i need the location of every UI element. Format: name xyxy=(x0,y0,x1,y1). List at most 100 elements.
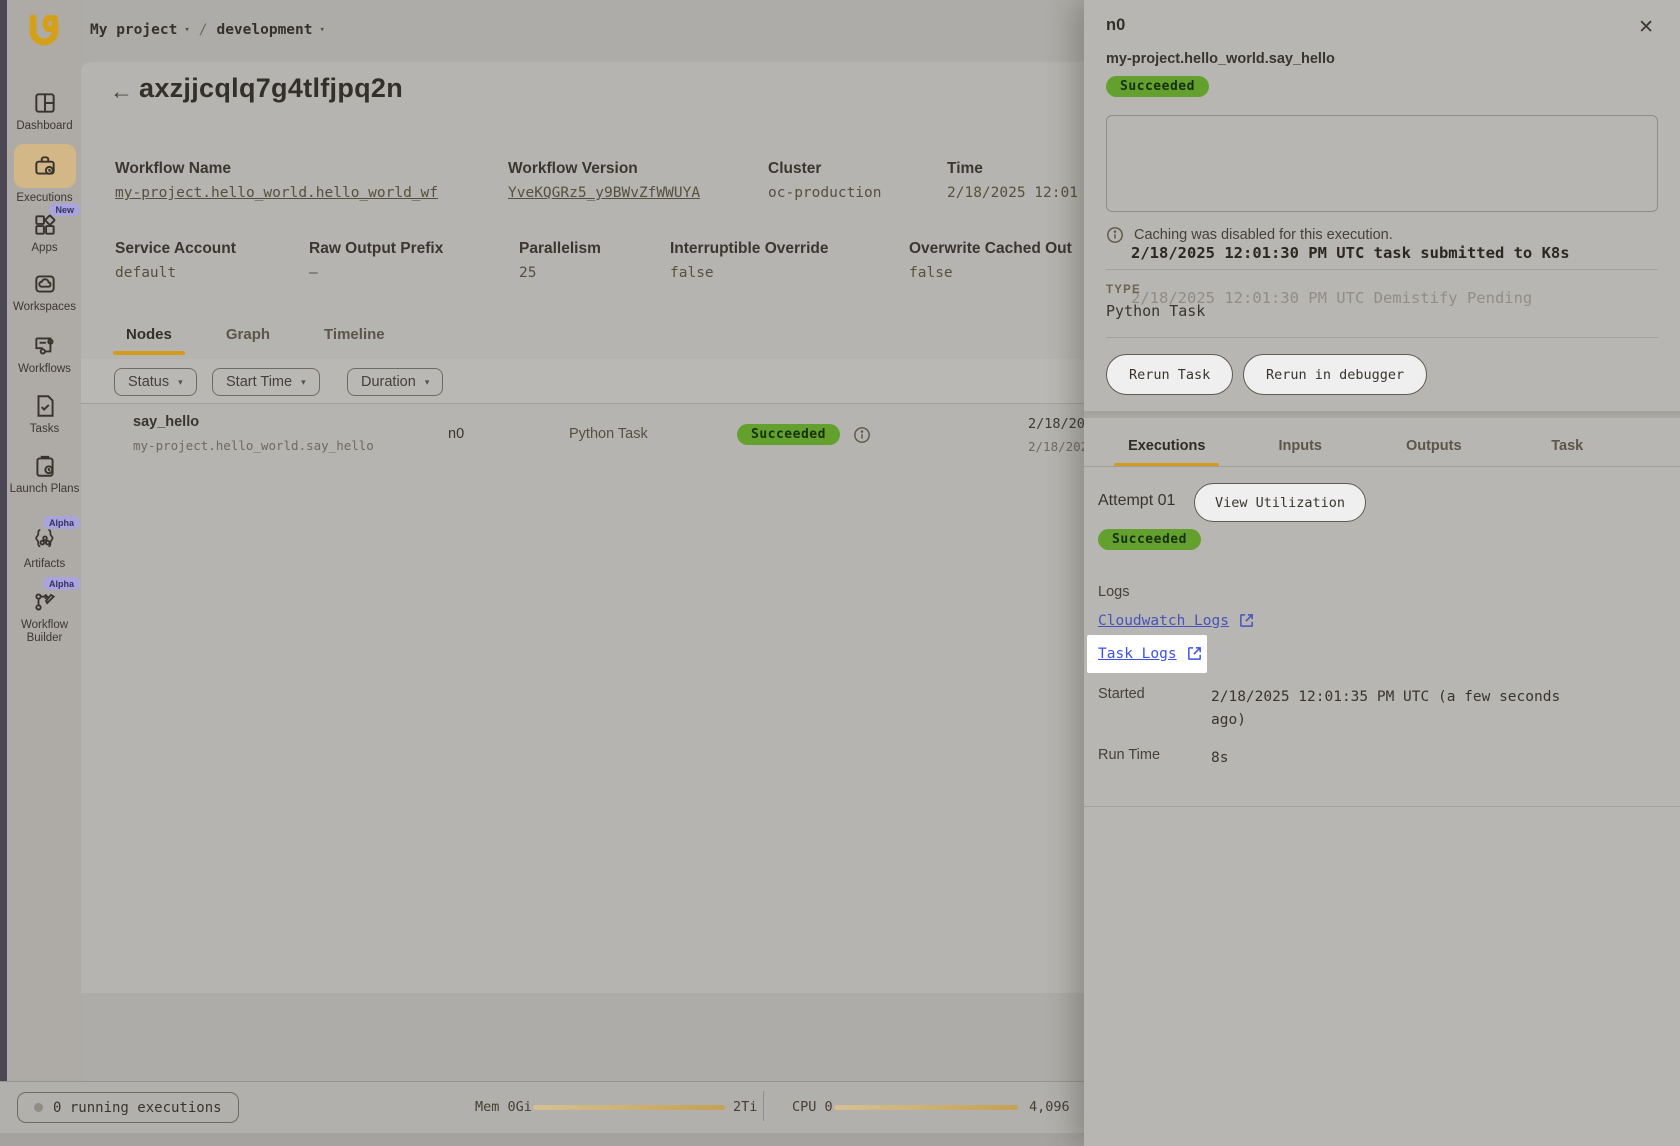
rerun-task-button[interactable]: Rerun Task xyxy=(1106,354,1233,395)
meter-divider xyxy=(763,1091,764,1121)
sidebar: Dashboard Executions New Apps Workspaces xyxy=(7,0,82,1146)
task-logs-link[interactable]: Task Logs xyxy=(1098,645,1203,662)
tab-inputs[interactable]: Inputs xyxy=(1234,418,1368,467)
running-executions-label: 0 running executions xyxy=(53,1100,222,1116)
field-value: oc-production xyxy=(768,185,882,201)
tab-outputs[interactable]: Outputs xyxy=(1367,418,1501,467)
tasks-icon xyxy=(32,393,58,419)
union-logo[interactable] xyxy=(23,11,65,53)
sidebar-item-label: Workspaces xyxy=(7,301,82,314)
info-icon xyxy=(1106,226,1124,244)
node-type: Python Task xyxy=(569,426,648,442)
breadcrumb-project[interactable]: My project ▾ xyxy=(90,22,190,38)
chevron-down-icon: ▾ xyxy=(178,377,183,388)
started-label: Started xyxy=(1098,686,1145,702)
run-time-value: 8s xyxy=(1211,747,1228,770)
cloudwatch-logs-link[interactable]: Cloudwatch Logs xyxy=(1098,612,1255,629)
sidebar-item-workflow-builder[interactable]: Alpha Workflow Builder xyxy=(7,589,82,645)
field-value: 25 xyxy=(519,265,601,281)
field-value: 2/18/2025 12:01 xyxy=(947,185,1078,201)
meta-interruptible-override: Interruptible Override false xyxy=(670,240,828,281)
field-value: false xyxy=(670,265,828,281)
window-edge xyxy=(0,0,7,1146)
field-label: Workflow Version xyxy=(508,160,700,178)
tab-timeline[interactable]: Timeline xyxy=(311,326,398,355)
divider xyxy=(1084,806,1680,807)
alpha-badge: Alpha xyxy=(43,577,80,590)
field-label: Cluster xyxy=(768,160,882,178)
sidebar-item-label: Dashboard xyxy=(7,120,82,133)
node-task-id: my-project.hello_world.say_hello xyxy=(133,438,374,453)
tab-graph[interactable]: Graph xyxy=(213,326,283,355)
divider xyxy=(1106,269,1658,270)
status-badge: Succeeded xyxy=(1106,76,1209,97)
chevron-down-icon: ▾ xyxy=(301,377,306,388)
mem-usage-label: Mem 0Gi xyxy=(475,1099,532,1115)
started-value: 2/18/2025 12:01:35 PM UTC (a few seconds… xyxy=(1211,686,1573,732)
sidebar-item-label: Apps xyxy=(7,242,82,255)
tab-label: Outputs xyxy=(1400,438,1468,467)
view-utilization-button[interactable]: View Utilization xyxy=(1194,483,1366,522)
breadcrumb-project-label: My project xyxy=(90,22,177,38)
workflow-version-link[interactable]: YveKQGRz5_y9BWvZfWWUYA xyxy=(508,185,700,201)
field-label: Raw Output Prefix xyxy=(309,240,443,258)
filter-status[interactable]: Status ▾ xyxy=(114,368,197,396)
execution-tabs: Nodes Graph Timeline xyxy=(113,326,426,355)
sidebar-item-tasks[interactable]: Tasks xyxy=(7,393,82,436)
link-label: Cloudwatch Logs xyxy=(1098,613,1229,629)
caching-note-text: Caching was disabled for this execution. xyxy=(1134,227,1393,243)
mem-max-label: 2Ti xyxy=(733,1099,757,1115)
artifacts-icon xyxy=(32,528,58,554)
log-line: 2/18/2025 12:01:30 PM UTC task submitted… xyxy=(1131,244,1570,262)
sidebar-item-apps[interactable]: New Apps xyxy=(7,212,82,255)
sidebar-item-launch-plans[interactable]: Launch Plans xyxy=(7,453,82,496)
meta-raw-output-prefix: Raw Output Prefix – xyxy=(309,240,443,281)
tab-label: Task xyxy=(1545,438,1589,467)
field-label: Time xyxy=(947,160,1078,178)
breadcrumb-domain[interactable]: development ▾ xyxy=(216,22,324,38)
tab-label: Inputs xyxy=(1273,438,1329,467)
workflows-icon xyxy=(32,333,58,359)
meta-time: Time 2/18/2025 12:01 xyxy=(947,160,1078,201)
running-executions-button[interactable]: 0 running executions xyxy=(17,1092,239,1123)
workspaces-icon xyxy=(32,271,58,297)
executions-icon xyxy=(32,153,58,179)
filter-start-time[interactable]: Start Time ▾ xyxy=(212,368,320,396)
node-name: say_hello xyxy=(133,414,199,430)
cpu-usage-bar xyxy=(834,1105,1018,1110)
dashboard-icon xyxy=(32,90,58,116)
sidebar-item-workflows[interactable]: Workflows xyxy=(7,333,82,376)
meta-overwrite-cached-outputs: Overwrite Cached Out false xyxy=(909,240,1072,281)
meta-service-account: Service Account default xyxy=(115,240,236,281)
sidebar-item-dashboard[interactable]: Dashboard xyxy=(7,90,82,133)
cpu-max-label: 4,096 xyxy=(1029,1099,1070,1115)
node-id: n0 xyxy=(448,426,464,442)
back-button[interactable]: ← xyxy=(110,78,133,105)
sidebar-item-workspaces[interactable]: Workspaces xyxy=(7,271,82,314)
type-label: TYPE xyxy=(1106,284,1141,296)
execution-id-title: axzjjcqlq7g4tlfjpq2n xyxy=(139,73,403,104)
sidebar-item-artifacts[interactable]: Alpha Artifacts xyxy=(7,528,82,571)
tab-executions[interactable]: Executions xyxy=(1100,418,1234,467)
divider xyxy=(1084,466,1680,467)
sidebar-item-label: Artifacts xyxy=(7,558,82,571)
field-value: false xyxy=(909,265,1072,281)
sidebar-item-executions[interactable]: Executions xyxy=(7,144,82,205)
panel-tabs: Executions Inputs Outputs Task xyxy=(1100,418,1634,467)
cpu-usage-label: CPU 0 xyxy=(792,1099,833,1115)
chevron-down-icon: ▾ xyxy=(320,25,325,35)
breadcrumb-domain-label: development xyxy=(216,22,312,38)
workflow-name-link[interactable]: my-project.hello_world.hello_world_wf xyxy=(115,185,438,201)
close-icon[interactable]: ✕ xyxy=(1638,16,1654,39)
rerun-in-debugger-button[interactable]: Rerun in debugger xyxy=(1243,354,1427,395)
breadcrumb-separator: / xyxy=(199,22,208,38)
tab-task[interactable]: Task xyxy=(1501,418,1635,467)
info-icon[interactable] xyxy=(853,426,871,444)
tab-nodes[interactable]: Nodes xyxy=(113,326,185,355)
chevron-down-icon: ▾ xyxy=(425,377,430,388)
breadcrumb: My project ▾ / development ▾ xyxy=(90,22,325,38)
filter-duration[interactable]: Duration ▾ xyxy=(347,368,443,396)
external-link-icon xyxy=(1238,612,1255,629)
workflow-builder-icon xyxy=(32,589,58,615)
logs-section-label: Logs xyxy=(1098,584,1129,600)
